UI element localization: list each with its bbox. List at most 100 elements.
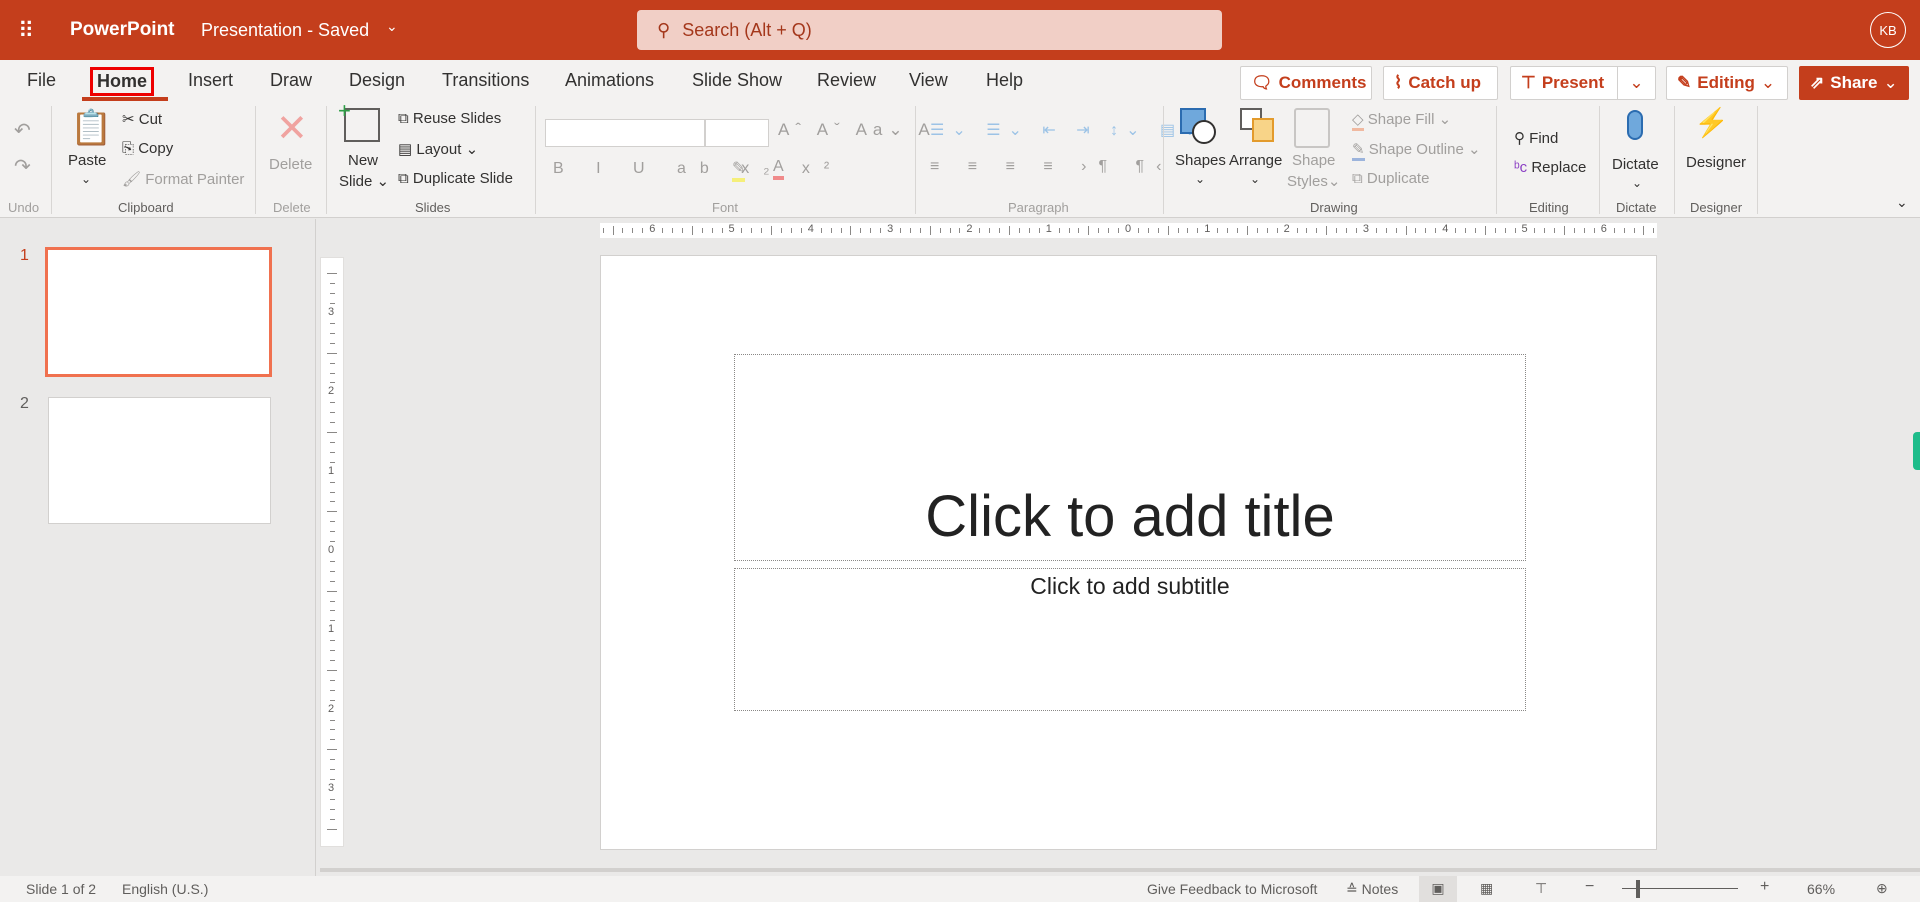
ruler-tick bbox=[1098, 228, 1100, 233]
alignment-buttons[interactable]: ≡ ≡ ≡ ≡ ›¶ ¶‹ bbox=[930, 158, 1173, 176]
reuse-label: Reuse Slides bbox=[412, 110, 502, 127]
chevron-down-icon[interactable]: ⌄ bbox=[386, 18, 398, 35]
present-dropdown-icon[interactable]: ⌄ bbox=[1617, 67, 1655, 99]
font-name-select[interactable] bbox=[545, 119, 705, 147]
highlight-icon[interactable]: ✎ bbox=[732, 158, 746, 182]
ruler-tick bbox=[330, 461, 335, 463]
tab-review[interactable]: Review bbox=[817, 70, 876, 91]
tab-help[interactable]: Help bbox=[986, 70, 1023, 91]
tab-view[interactable]: View bbox=[909, 70, 948, 91]
catchup-label: Catch up bbox=[1408, 73, 1482, 92]
feedback-link[interactable]: Give Feedback to Microsoft bbox=[1147, 881, 1317, 897]
designer-icon[interactable]: ⚡ bbox=[1694, 106, 1729, 139]
present-button[interactable]: ⊤ Present ⌄ bbox=[1510, 66, 1656, 100]
ruler-tick bbox=[860, 228, 862, 233]
shape-styles-button[interactable]: Styles⌄ bbox=[1287, 172, 1340, 190]
app-name[interactable]: PowerPoint bbox=[70, 19, 175, 41]
fit-to-window-icon[interactable]: ⊕ bbox=[1876, 880, 1888, 897]
duplicate-slide-label: Duplicate Slide bbox=[412, 170, 513, 187]
replace-button[interactable]: ᵇc Replace bbox=[1514, 159, 1586, 176]
shape-styles-icon[interactable] bbox=[1294, 108, 1330, 148]
duplicate-slide-button[interactable]: ⧉ Duplicate Slide bbox=[398, 170, 513, 187]
normal-view-icon[interactable]: ▣ bbox=[1419, 876, 1457, 902]
outline-icon: ✎ bbox=[1352, 141, 1365, 161]
dictate-button[interactable]: Dictate bbox=[1612, 156, 1659, 173]
share-button[interactable]: ⇗ Share ⌄ bbox=[1799, 66, 1909, 100]
new-slide-button[interactable]: Slide ⌄ bbox=[339, 172, 389, 190]
search-input[interactable]: ⚲ Search (Alt + Q) bbox=[637, 10, 1222, 50]
tab-home[interactable]: Home bbox=[90, 67, 155, 96]
tab-file[interactable]: File bbox=[27, 70, 56, 91]
font-size-buttons[interactable]: Aˆ Aˇ Aa⌄ A bbox=[778, 120, 936, 140]
slide-sorter-icon[interactable]: ▦ bbox=[1480, 880, 1493, 897]
paste-icon[interactable]: 📋 bbox=[70, 108, 112, 148]
ruler-label: 1 bbox=[1045, 223, 1052, 235]
tab-draw[interactable]: Draw bbox=[270, 70, 312, 91]
reading-view-icon[interactable]: ⊤ bbox=[1535, 880, 1547, 897]
duplicate-button[interactable]: ⧉ Duplicate bbox=[1352, 170, 1429, 187]
title-placeholder[interactable]: Click to add title bbox=[734, 354, 1526, 561]
cut-button[interactable]: ✂ Cut bbox=[122, 110, 162, 128]
undo-icon[interactable]: ↶ bbox=[14, 118, 31, 143]
ruler-label: 2 bbox=[328, 385, 335, 398]
shape-styles-label[interactable]: Shape bbox=[1292, 152, 1335, 169]
tab-design[interactable]: Design bbox=[349, 70, 405, 91]
chevron-down-icon[interactable]: ⌄ bbox=[81, 172, 91, 186]
ribbon-collapse-icon[interactable]: ⌄ bbox=[1896, 194, 1908, 211]
arrange-icon[interactable] bbox=[1240, 108, 1274, 142]
comments-button[interactable]: 🗨 Comments bbox=[1240, 66, 1372, 100]
horizontal-scrollbar[interactable] bbox=[320, 868, 1920, 872]
ruler-tick bbox=[1266, 228, 1268, 233]
catch-up-button[interactable]: ⌇ Catch up bbox=[1383, 66, 1498, 100]
ruler-tick bbox=[1425, 228, 1427, 233]
delete-button[interactable]: Delete bbox=[269, 156, 312, 173]
ruler-tick bbox=[330, 402, 335, 404]
ruler-tick bbox=[1465, 228, 1467, 233]
redo-icon[interactable]: ↷ bbox=[14, 154, 31, 179]
slide-canvas: Click to add title Click to add subtitle bbox=[600, 255, 1657, 850]
shape-outline-button[interactable]: ✎ Shape Outline ⌄ bbox=[1352, 140, 1481, 161]
tab-slide-show[interactable]: Slide Show bbox=[692, 70, 782, 91]
font-size-select[interactable] bbox=[705, 119, 769, 147]
document-title[interactable]: Presentation - Saved bbox=[201, 20, 369, 41]
layout-icon: ▤ bbox=[398, 141, 413, 158]
shape-fill-button[interactable]: ◇ Shape Fill ⌄ bbox=[1352, 110, 1451, 131]
tab-transitions[interactable]: Transitions bbox=[442, 70, 529, 91]
font-color-icon[interactable]: A bbox=[773, 158, 784, 180]
language-indicator[interactable]: English (U.S.) bbox=[122, 881, 208, 897]
font-format-buttons[interactable]: B I U ab x₂ x² bbox=[553, 160, 843, 178]
shapes-button[interactable]: Shapes bbox=[1175, 152, 1226, 169]
chevron-down-icon[interactable]: ⌄ bbox=[1632, 176, 1642, 190]
microphone-icon[interactable] bbox=[1627, 110, 1643, 140]
shapes-icon[interactable] bbox=[1180, 108, 1216, 144]
slide-thumbnail-1[interactable] bbox=[45, 247, 272, 377]
ruler-tick bbox=[1494, 228, 1496, 233]
app-launcher-icon[interactable]: ⠿ bbox=[18, 18, 34, 44]
zoom-in-icon[interactable]: + bbox=[1760, 878, 1769, 896]
designer-button[interactable]: Designer bbox=[1686, 154, 1746, 171]
zoom-out-icon[interactable]: − bbox=[1585, 878, 1594, 896]
zoom-slider-thumb[interactable] bbox=[1636, 880, 1640, 898]
ruler-tick bbox=[771, 226, 773, 235]
notes-button[interactable]: ≙ Notes bbox=[1346, 881, 1398, 898]
new-slide-icon[interactable]: + bbox=[338, 98, 380, 142]
editing-mode-button[interactable]: ✎ Editing ⌄ bbox=[1666, 66, 1788, 100]
ruler-tick bbox=[1583, 228, 1585, 233]
new-slide-label[interactable]: New bbox=[348, 152, 378, 169]
subtitle-placeholder[interactable]: Click to add subtitle bbox=[734, 568, 1526, 711]
ruler-tick bbox=[330, 441, 335, 443]
slide-thumbnail-2[interactable] bbox=[48, 397, 271, 524]
side-panel-handle[interactable] bbox=[1913, 432, 1920, 470]
tab-insert[interactable]: Insert bbox=[188, 70, 233, 91]
paste-button[interactable]: Paste bbox=[68, 152, 106, 169]
copy-button[interactable]: ⎘ Copy bbox=[122, 140, 173, 157]
layout-button[interactable]: ▤ Layout ⌄ bbox=[398, 140, 478, 158]
find-button[interactable]: ⚲ Find bbox=[1514, 129, 1558, 147]
reuse-slides-button[interactable]: ⧉ Reuse Slides bbox=[398, 110, 501, 127]
format-painter-button[interactable]: 🖌 Format Painter bbox=[122, 170, 244, 188]
zoom-level[interactable]: 66% bbox=[1807, 881, 1835, 897]
arrange-button[interactable]: Arrange bbox=[1229, 152, 1282, 169]
tab-animations[interactable]: Animations bbox=[565, 70, 654, 91]
avatar[interactable]: KB bbox=[1870, 12, 1906, 48]
delete-icon[interactable]: ✕ bbox=[276, 106, 308, 151]
